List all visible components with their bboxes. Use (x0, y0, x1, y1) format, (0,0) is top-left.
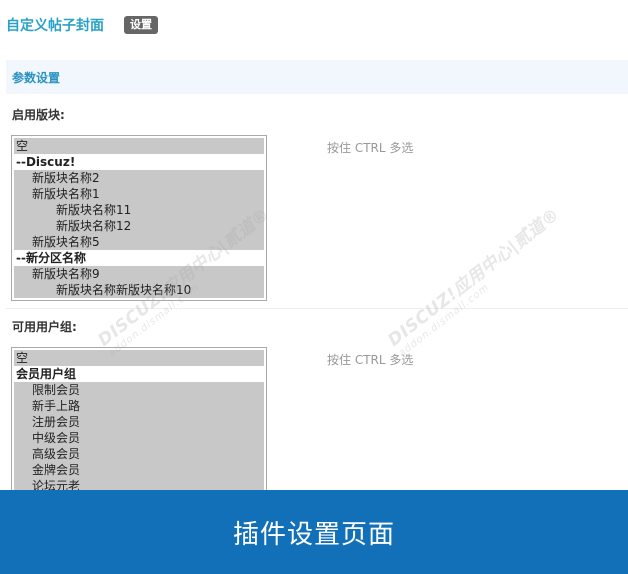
field-divider (6, 308, 628, 309)
section-title: 参数设置 (12, 70, 61, 85)
page-title: 自定义帖子封面 (6, 18, 104, 34)
bottom-banner: 插件设置页面 (0, 490, 628, 574)
listbox-option[interactable]: 新版块名称2 (14, 170, 264, 186)
listbox-option[interactable]: 新版块名称5 (14, 234, 264, 250)
forums-multiselect[interactable]: 空 --Discuz! 新版块名称2 新版块名称1 新版块名称11 新版块名称12 新版块名… (11, 135, 267, 301)
listbox-option[interactable]: 高级会员 (14, 446, 264, 462)
usergroups-multiselect[interactable]: 空会员用户组 限制会员 新手上路 注册会员 中级会员 高级会员 金牌会员 论坛元老 (11, 347, 267, 497)
listbox-group-label: --新分区名称 (14, 250, 264, 266)
watermark-logo: DISCUZ!应用中心|贰道® addon.dismall.com (384, 204, 564, 360)
forums-label: 启用版块: (12, 108, 65, 122)
forums-hint: 按住 CTRL 多选 (327, 141, 414, 155)
listbox-option[interactable]: 新版块名称12 (14, 218, 264, 234)
usergroups-hint: 按住 CTRL 多选 (327, 353, 414, 367)
listbox-option[interactable]: 中级会员 (14, 430, 264, 446)
plugin-settings-page: 自定义帖子封面 设置 参数设置 启用版块: 空 --Discuz! 新版块名称2 新版… (0, 0, 628, 574)
listbox-option[interactable]: 新版块名称9 (14, 266, 264, 282)
listbox-option[interactable]: 新版块名称11 (14, 202, 264, 218)
settings-button[interactable]: 设置 (124, 16, 158, 34)
listbox-group-label: --Discuz! (14, 154, 264, 170)
listbox-option[interactable]: 限制会员 (14, 382, 264, 398)
usergroups-label: 可用用户组: (12, 320, 77, 334)
listbox-option[interactable]: 空 (14, 138, 264, 154)
listbox-option[interactable]: 新版块名称新版块名称10 (14, 282, 264, 298)
listbox-option[interactable]: 注册会员 (14, 414, 264, 430)
listbox-option[interactable]: 新手上路 (14, 398, 264, 414)
page-header: 自定义帖子封面 设置 (6, 14, 158, 36)
listbox-group-label: 会员用户组 (14, 366, 264, 382)
listbox-option[interactable]: 空 (14, 350, 264, 366)
listbox-option[interactable]: 新版块名称1 (14, 186, 264, 202)
banner-text: 插件设置页面 (232, 519, 395, 550)
section-header: 参数设置 (6, 60, 628, 94)
listbox-option[interactable]: 金牌会员 (14, 462, 264, 478)
